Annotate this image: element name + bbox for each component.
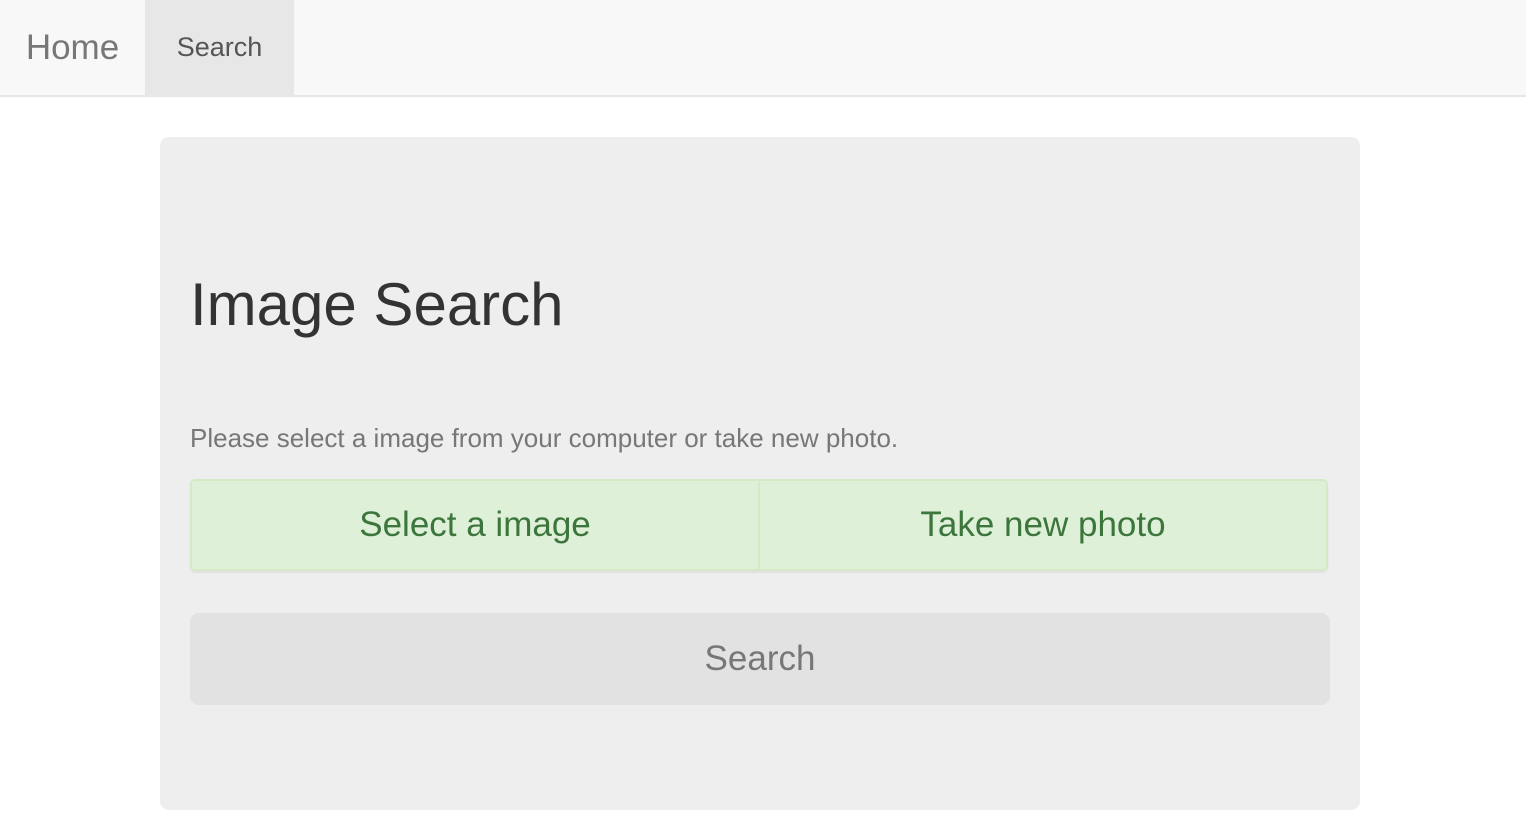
home-link[interactable]: Home (0, 0, 145, 95)
navbar: Home Search (0, 0, 1526, 97)
tab-search[interactable]: Search (145, 0, 294, 95)
image-search-panel: Image Search Please select a image from … (160, 137, 1360, 810)
instructions-text: Please select a image from your computer… (190, 423, 899, 453)
page-title: Image Search (190, 271, 564, 338)
take-photo-button[interactable]: Take new photo (758, 481, 1326, 569)
select-image-button[interactable]: Select a image (192, 481, 758, 569)
search-button[interactable]: Search (190, 613, 1330, 705)
image-source-button-group: Select a image Take new photo (190, 479, 1328, 571)
